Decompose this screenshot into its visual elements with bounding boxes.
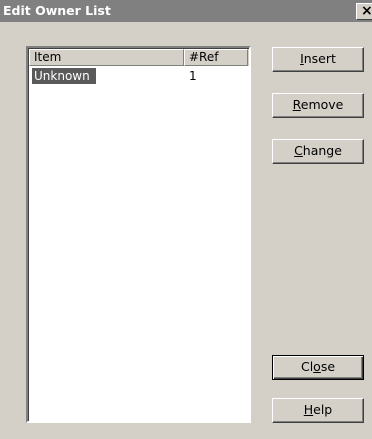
list-cell-item-label: Unknown — [32, 68, 96, 84]
change-button-label-post: hange — [302, 143, 342, 158]
edit-owner-list-dialog: Edit Owner List × Item #Ref Unknown 1 In… — [0, 0, 372, 439]
close-button-label-post: se — [320, 359, 336, 374]
remove-button[interactable]: Remove — [272, 93, 364, 118]
close-button-label-pre: Cl — [300, 359, 314, 374]
close-window-button[interactable]: × — [356, 3, 372, 20]
help-button-accelerator: H — [303, 402, 314, 417]
title-bar[interactable]: Edit Owner List × — [0, 0, 372, 22]
list-cell-ref: 1 — [189, 69, 197, 83]
window-title: Edit Owner List — [3, 3, 111, 18]
column-header-ref[interactable]: #Ref — [184, 49, 248, 66]
change-button[interactable]: Change — [272, 139, 364, 164]
close-button[interactable]: Close — [272, 355, 364, 380]
close-button-accelerator: o — [313, 359, 321, 374]
list-item[interactable]: Unknown 1 — [29, 68, 249, 84]
list-header: Item #Ref — [29, 49, 249, 66]
insert-button[interactable]: Insert — [272, 47, 364, 72]
insert-button-label-post: nsert — [303, 51, 336, 66]
owner-list[interactable]: Item #Ref Unknown 1 — [26, 46, 251, 423]
column-header-item[interactable]: Item — [29, 49, 184, 66]
list-cell-item: Unknown — [32, 68, 96, 84]
remove-button-label-post: emove — [300, 97, 344, 112]
change-button-accelerator: C — [294, 143, 303, 158]
help-button-label-post: elp — [313, 402, 333, 417]
close-icon: × — [361, 3, 372, 19]
remove-button-accelerator: R — [292, 97, 301, 112]
help-button[interactable]: Help — [272, 398, 364, 423]
